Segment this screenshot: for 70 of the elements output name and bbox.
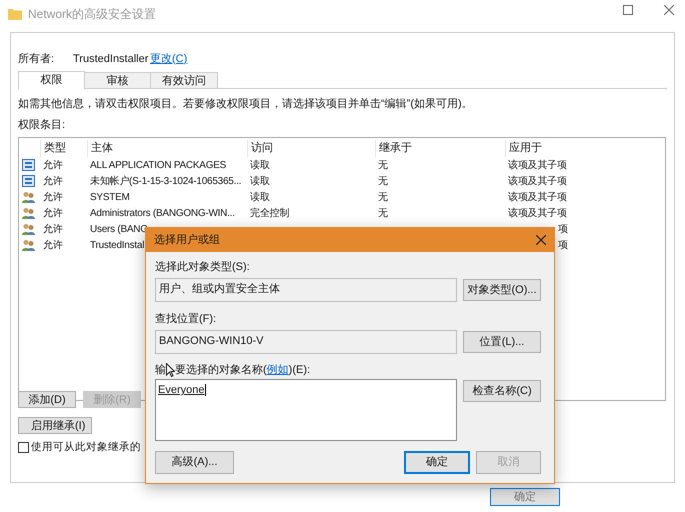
users-icon xyxy=(22,223,35,235)
example-link[interactable]: 例如 xyxy=(266,364,289,376)
tab[interactable]: 权限 xyxy=(18,71,85,90)
users-icon xyxy=(22,207,35,219)
maximize-button[interactable] xyxy=(623,5,633,15)
column-header[interactable]: 继承于 xyxy=(375,140,505,157)
table-cell-text: 项 xyxy=(558,222,568,236)
table-cell-text: 读取 xyxy=(249,158,270,172)
owner-label: 所有者: xyxy=(18,52,56,67)
field-label: 选择此对象类型(S): xyxy=(155,260,251,273)
table-cell-text: SYSTEM xyxy=(89,190,130,204)
table-cell-text: 未知帐户(S-1-15-3-1024-1065365... xyxy=(89,174,242,188)
table-cell-text: 无 xyxy=(377,174,388,188)
users-icon xyxy=(22,239,35,251)
close-icon[interactable] xyxy=(664,5,674,15)
inherit-button[interactable]: 启用继承(I) xyxy=(18,417,92,434)
cursor-icon xyxy=(166,363,175,377)
button[interactable]: 添加(D) xyxy=(18,391,76,408)
close-icon[interactable] xyxy=(536,235,546,245)
table-cell-text: 该项及其子项 xyxy=(507,158,566,172)
ok-button[interactable]: 确定 xyxy=(404,451,470,474)
input-field[interactable]: Everyone xyxy=(155,379,457,441)
input-field[interactable]: 用户、组或内置安全主体 xyxy=(155,278,457,302)
input-field[interactable]: BANGONG-WIN10-V xyxy=(155,330,457,354)
advanced-button[interactable]: 高级(A)... xyxy=(155,451,234,474)
table-cell-text: 允许 xyxy=(42,222,62,236)
table-cell-text: 完全控制 xyxy=(249,206,289,220)
table-cell-text: 该项及其子项 xyxy=(507,174,566,188)
table-cell-text: ALL APPLICATION PACKAGES xyxy=(89,158,226,172)
owner-value: TrustedInstaller xyxy=(73,52,150,67)
info-text: 如需其他信息，请双击权限项目。若要修改权限项目，请选择该项目并单击“编辑”(如果可用)。 xyxy=(18,96,474,112)
table-cell-text: 允许 xyxy=(42,174,62,188)
column-header[interactable]: 应用于 xyxy=(505,140,665,157)
table-cell-text: 该项及其子项 xyxy=(507,206,566,220)
table-cell-text: 允许 xyxy=(42,158,62,172)
name-value: Everyone xyxy=(158,384,206,396)
button[interactable]: 位置(L)... xyxy=(463,331,541,353)
table-cell-text: TrustedInstal xyxy=(89,238,144,252)
tab[interactable]: 有效访问 xyxy=(150,72,218,89)
column-header[interactable]: 访问 xyxy=(247,140,375,157)
checkbox[interactable] xyxy=(18,442,29,454)
table-cell-text: 该项及其子项 xyxy=(507,190,566,204)
field-label: 输 xyxy=(155,362,166,378)
column-header[interactable]: 主体 xyxy=(87,140,247,157)
table-cell-text: 允许 xyxy=(42,238,62,252)
folder-icon xyxy=(8,8,22,20)
field-label: 要选择的对象名称(例如)(E): xyxy=(175,362,310,378)
table-cell-text: 无 xyxy=(377,158,388,172)
users-icon xyxy=(22,191,35,203)
column-header[interactable]: 类型 xyxy=(40,140,87,157)
table-cell-text: Administrators (BANGONG-WIN... xyxy=(89,206,235,220)
entries-label: 权限条目: xyxy=(18,118,66,132)
table-cell-text: 允许 xyxy=(42,206,62,220)
ok-button[interactable]: 确定 xyxy=(490,488,560,506)
button[interactable]: 检查名称(C) xyxy=(463,380,541,402)
button[interactable]: 对象类型(O)... xyxy=(463,279,541,301)
tab[interactable]: 审核 xyxy=(84,72,151,89)
table-cell-text: 无 xyxy=(377,190,388,204)
package-icon xyxy=(22,159,35,171)
dialog-title: 选择用户或组 xyxy=(154,232,220,248)
field-label: 查找位置(F): xyxy=(155,312,218,325)
table-cell-text: 项 xyxy=(558,238,568,252)
table-cell-text: 无 xyxy=(377,206,388,220)
checkbox-label: 使用可从此对象继承的 xyxy=(31,440,141,455)
change-link[interactable]: 更改(C) xyxy=(150,50,188,68)
table-cell-text: 允许 xyxy=(42,190,62,204)
window-title: Network的高级安全设置 xyxy=(28,6,156,23)
table-cell-text: 读取 xyxy=(249,174,270,188)
table-cell-text: 读取 xyxy=(249,190,270,204)
package-icon xyxy=(22,175,35,187)
